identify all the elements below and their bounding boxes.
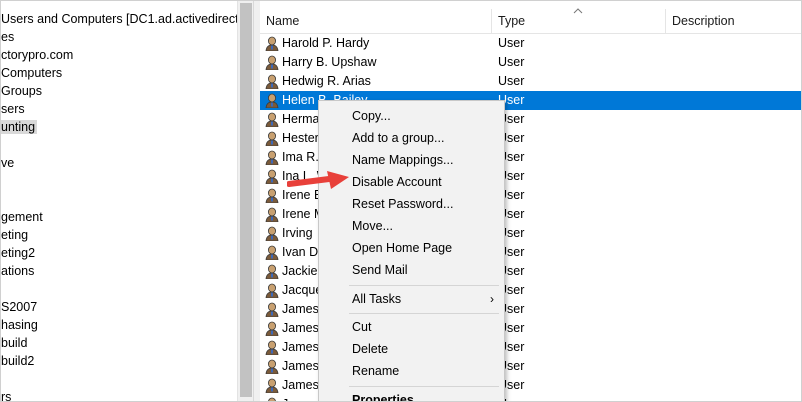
sort-caret-icon (573, 8, 583, 14)
tree-item[interactable]: rs (1, 388, 11, 401)
tree-item[interactable]: ve (1, 154, 14, 172)
table-row[interactable]: Harry B. Upshaw User (260, 53, 801, 72)
user-icon (265, 359, 279, 374)
user-name: James (282, 340, 319, 354)
user-name: James (282, 302, 319, 316)
user-name: Hester (282, 131, 319, 145)
user-type: User (498, 74, 525, 88)
menu-item-properties[interactable]: Properties (319, 389, 504, 401)
tree-item-build2[interactable]: build2 (1, 352, 34, 370)
console-tree: Users and Computers [DC1.ad.activedirect… (1, 1, 237, 401)
user-icon (265, 283, 279, 298)
user-name: Irving (282, 226, 313, 240)
menu-item-cut[interactable]: Cut (319, 316, 504, 338)
tree-item-groups[interactable]: Groups (1, 82, 42, 100)
user-icon (268, 397, 276, 401)
annotation-arrow-icon (287, 171, 349, 189)
table-row[interactable]: Hedwig R. Arias User (260, 72, 801, 91)
menu-separator (349, 285, 499, 286)
user-name: Hedwig R. Arias (282, 74, 371, 88)
user-name: Ima R. (282, 150, 319, 164)
tree-item-operations[interactable]: ations (1, 262, 34, 280)
menu-item-send-mail[interactable]: Send Mail (319, 259, 504, 281)
tree-item-management[interactable]: gement (1, 208, 43, 226)
user-icon (265, 226, 279, 241)
user-icon (265, 207, 279, 222)
menu-separator (349, 313, 499, 314)
tree-item-marketing2[interactable]: eting2 (1, 244, 35, 262)
user-icon (265, 131, 279, 146)
tree-item-s2007[interactable]: S2007 (1, 298, 37, 316)
user-name: James (282, 378, 319, 392)
user-name: Herma (282, 112, 320, 126)
user-icon (265, 321, 279, 336)
tree-item-marketing[interactable]: eting (1, 226, 28, 244)
menu-item-all-tasks[interactable]: All Tasks › (319, 288, 504, 310)
tree-item-domain[interactable]: ctorypro.com (1, 46, 73, 64)
table-row[interactable]: Harold P. Hardy User (260, 34, 801, 53)
user-icon (265, 245, 279, 260)
user-icon (265, 112, 279, 127)
menu-item-reset-password[interactable]: Reset Password... (319, 193, 504, 215)
tree-item-users[interactable]: sers (1, 100, 25, 118)
user-icon (265, 340, 279, 355)
tree-item[interactable]: es (1, 28, 14, 46)
user-icon (265, 169, 279, 184)
user-name: Ivan D. (282, 245, 322, 259)
user-icon (265, 93, 279, 108)
column-header-name[interactable]: Name (260, 9, 491, 33)
user-name: Harold P. Hardy (282, 36, 370, 50)
tree-item-computers[interactable]: Computers (1, 64, 62, 82)
user-name: James (282, 359, 319, 373)
tree-item-root[interactable]: Users and Computers [DC1.ad.activedirect… (1, 10, 237, 28)
user-name: Jacque (282, 283, 323, 297)
user-name: Harry B. Upshaw (282, 55, 377, 69)
menu-item-add-to-group[interactable]: Add to a group... (319, 127, 504, 149)
user-name: James (282, 395, 319, 401)
tree-item-build[interactable]: build (1, 334, 27, 352)
user-name: Jackie (282, 264, 318, 278)
user-name: James (282, 321, 319, 335)
menu-item-delete[interactable]: Delete (319, 338, 504, 360)
user-icon (265, 188, 279, 203)
user-icon (265, 264, 279, 279)
user-icon (265, 74, 279, 89)
user-type: User (498, 55, 525, 69)
user-icon (265, 36, 279, 51)
user-type: User (498, 36, 525, 50)
tree-item-accounting[interactable]: unting (1, 118, 38, 136)
tree-scrollbar-thumb[interactable] (240, 3, 252, 397)
menu-separator (349, 386, 499, 387)
aduc-window: Users and Computers [DC1.ad.activedirect… (0, 0, 802, 402)
tree-scrollbar[interactable] (237, 1, 254, 401)
user-icon (265, 55, 279, 70)
menu-item-rename[interactable]: Rename (319, 360, 504, 382)
menu-item-open-home-page[interactable]: Open Home Page (319, 237, 504, 259)
list-header: Name Type Description (260, 8, 801, 34)
user-icon (265, 302, 279, 317)
chevron-right-icon: › (490, 292, 494, 306)
menu-item-copy[interactable]: Copy... (319, 105, 504, 127)
menu-item-move[interactable]: Move... (319, 215, 504, 237)
context-menu: Copy... Add to a group... Name Mappings.… (318, 100, 505, 401)
user-icon (265, 378, 279, 393)
menu-item-name-mappings[interactable]: Name Mappings... (319, 149, 504, 171)
column-header-description[interactable]: Description (666, 9, 801, 33)
tree-item-purchasing[interactable]: hasing (1, 316, 38, 334)
user-icon (265, 150, 279, 165)
